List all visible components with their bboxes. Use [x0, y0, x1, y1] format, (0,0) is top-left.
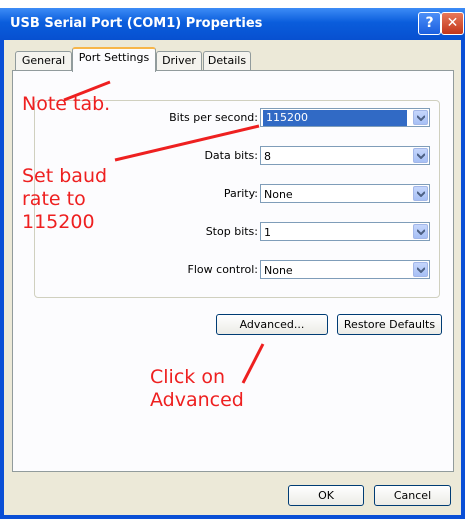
click-advanced-line: [241, 343, 265, 384]
note-tab-annotation: Note tab.: [22, 93, 111, 115]
set-baud-line: [114, 124, 260, 162]
tab-port-settings[interactable]: Port Settings: [72, 47, 156, 72]
tab-label: Port Settings: [78, 51, 150, 64]
annotation-lines: [63, 80, 265, 384]
click-advanced-annotation: Click on Advanced: [150, 366, 244, 411]
set-baud-annotation: Set baud rate to 115200: [22, 165, 108, 233]
